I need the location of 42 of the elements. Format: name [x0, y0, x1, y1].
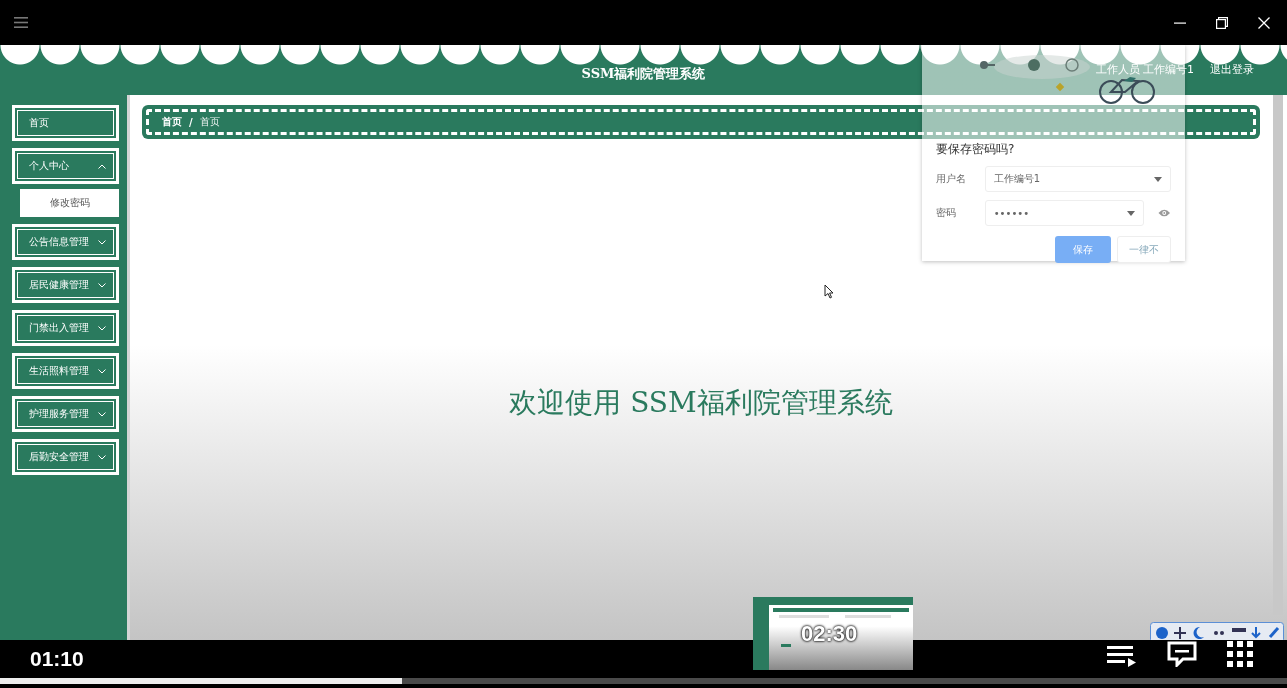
breadcrumb-item[interactable]: 首页	[162, 115, 182, 129]
dropdown-caret-icon	[1154, 176, 1162, 182]
breadcrumb-item: 首页	[199, 115, 220, 129]
eye-icon[interactable]	[1158, 208, 1171, 218]
sidebar-item[interactable]: 个人中心	[12, 148, 119, 184]
chevron-icon	[98, 411, 106, 417]
chevron-icon	[98, 368, 106, 374]
sidebar-item[interactable]: 后勤安全管理	[12, 439, 119, 475]
chevron-icon	[98, 163, 106, 169]
chevron-icon	[98, 454, 106, 460]
current-time: 01:10	[30, 647, 84, 671]
chevron-icon	[98, 239, 106, 245]
logout-link[interactable]: 退出登录	[1210, 62, 1254, 77]
close-icon[interactable]	[1258, 16, 1270, 29]
chevron-icon	[98, 282, 106, 288]
mouse-cursor-icon	[824, 284, 834, 299]
chevron-icon	[98, 325, 106, 331]
sidebar-item[interactable]: 居民健康管理	[12, 267, 119, 303]
sidebar-item[interactable]: 护理服务管理	[12, 396, 119, 432]
playlist-icon[interactable]	[1107, 645, 1137, 667]
submenu-item[interactable]: 修改密码	[20, 189, 119, 217]
breadcrumb-separator: /	[189, 116, 193, 128]
field-label: 密码	[936, 206, 957, 220]
sidebar-item[interactable]: 生活照料管理	[12, 353, 119, 389]
dialog-title: 要保存密码吗?	[936, 141, 1016, 158]
bicycle-drawing	[1098, 77, 1156, 105]
comment-icon[interactable]	[1167, 641, 1197, 667]
grid-icon[interactable]	[1227, 641, 1253, 667]
input-field[interactable]: ••••••	[984, 200, 1145, 226]
sidebar-item[interactable]: 门禁出入管理	[12, 310, 119, 346]
preview-time: 02:30	[801, 621, 858, 647]
sidebar-item[interactable]: 首页	[12, 105, 119, 141]
never-button[interactable]: 一律不	[1117, 236, 1171, 263]
restore-icon[interactable]	[1216, 16, 1228, 29]
menu-icon[interactable]	[14, 17, 28, 28]
progress-track[interactable]	[0, 678, 1287, 684]
welcome-heading: 欢迎使用 SSM福利院管理系统	[508, 385, 894, 421]
dropdown-caret-icon	[1127, 210, 1136, 216]
sidebar-item[interactable]: 公告信息管理	[12, 224, 119, 260]
input-field[interactable]: 工作编号1	[984, 166, 1171, 192]
field-label: 用户名	[936, 172, 967, 186]
app-title: SSM福利院管理系统	[581, 65, 706, 83]
